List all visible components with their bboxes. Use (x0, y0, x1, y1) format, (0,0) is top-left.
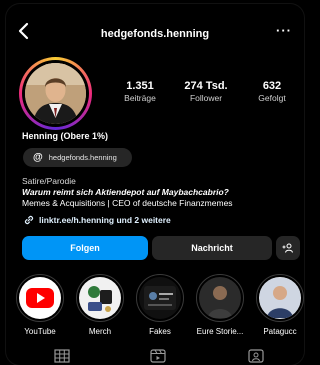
highlight-fakes[interactable]: Fakes (132, 274, 188, 336)
highlight-eure-stories[interactable]: Eure Storie... (192, 274, 248, 336)
stat-posts[interactable]: 1.351 Beiträge (112, 80, 168, 103)
reels-icon[interactable] (150, 349, 166, 363)
tagged-icon[interactable] (248, 349, 264, 363)
merch-image (79, 277, 121, 319)
threads-handle: hedgefonds.henning (48, 153, 117, 162)
threads-badge[interactable]: @ hedgefonds.henning (23, 148, 132, 167)
message-button[interactable]: Nachricht (152, 236, 272, 260)
stories-image (199, 277, 241, 319)
link-icon (24, 215, 34, 225)
add-user-icon (282, 243, 293, 253)
profile-tab-bar (6, 343, 304, 365)
grid-icon[interactable] (54, 349, 70, 363)
follow-button[interactable]: Folgen (22, 236, 148, 260)
highlight-patagucci[interactable]: Patagucc (252, 274, 304, 336)
bio-line-1: Warum reimt sich Aktiendepot auf Maybach… (22, 187, 229, 197)
fakes-image (139, 277, 181, 319)
profile-screen: hedgefonds.henning ··· 1.351 Beiträge 27… (6, 4, 304, 365)
more-options-icon[interactable]: ··· (276, 23, 292, 38)
stat-following[interactable]: 632 Gefolgt (244, 80, 300, 103)
profile-bio: Satire/Parodie Warum reimt sich Aktiende… (22, 176, 297, 209)
display-name: Henning (Obere 1%) (22, 131, 109, 141)
stat-followers[interactable]: 274 Tsd. Follower (178, 80, 234, 103)
avatar[interactable] (19, 57, 92, 130)
highlight-merch[interactable]: Merch (72, 274, 128, 336)
avatar-image (25, 63, 86, 124)
bio-category: Satire/Parodie (22, 176, 76, 186)
bio-line-2: Memes & Acquisitions | CEO of deutsche F… (22, 198, 233, 208)
threads-icon: @ (33, 152, 43, 163)
youtube-icon (19, 277, 61, 319)
add-user-button[interactable] (276, 236, 300, 260)
profile-header: hedgefonds.henning ··· (6, 4, 304, 62)
profile-stats: 1.351 Beiträge 274 Tsd. Follower 632 Gef… (112, 80, 300, 103)
highlight-youtube[interactable]: YouTube (12, 274, 68, 336)
patagucci-image (259, 277, 301, 319)
profile-link[interactable]: linktr.ee/h.henning und 2 weitere (23, 214, 171, 226)
story-highlights: YouTube Merch Fakes Eure Storie... Patag… (6, 274, 304, 344)
link-text: linktr.ee/h.henning und 2 weitere (39, 215, 171, 225)
profile-username: hedgefonds.henning (100, 28, 210, 40)
